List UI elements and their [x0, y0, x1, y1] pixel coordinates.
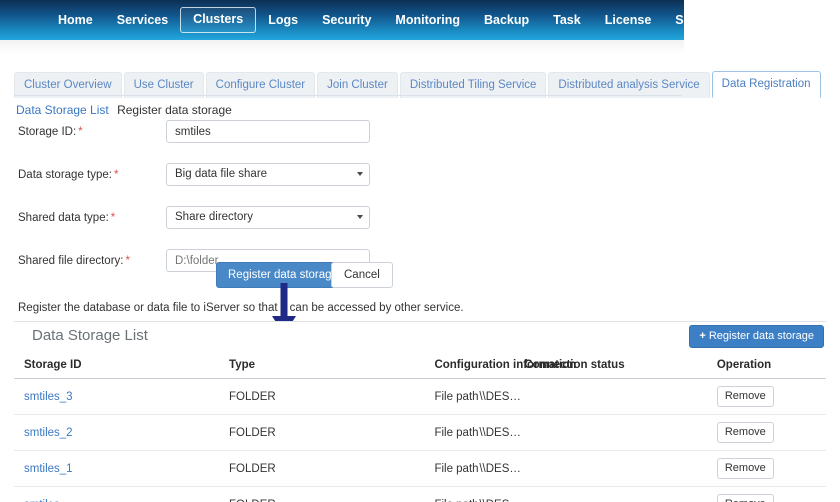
form-row-storage-id: Storage ID: *	[0, 120, 684, 151]
table-row: smtiles_3 FOLDERFile path\\DESKTOP-J7N08M…	[14, 378, 826, 415]
cell-operation: Remove	[716, 450, 826, 487]
cell-config-value: \\DESKTOP-J7N08MA\World	[479, 486, 525, 502]
nav-item-security[interactable]: Security	[310, 8, 383, 32]
nav-item-license[interactable]: License	[593, 8, 664, 32]
breadcrumb: Data Storage List Register data storage	[16, 102, 232, 118]
cell-connection-status	[524, 378, 717, 415]
input-storage-id[interactable]	[166, 120, 370, 143]
required-asterisk-data-storage-type: *	[113, 169, 119, 181]
cell-type: FOLDER	[229, 450, 435, 487]
add-button-label: Register data storage	[708, 330, 814, 342]
nav-item-logs[interactable]: Logs	[256, 8, 310, 32]
cell-connection-status	[524, 414, 717, 451]
column-header-connection-status: Connection status	[524, 353, 717, 379]
cell-connection-status	[524, 486, 717, 502]
table-row: smtiles_2 FOLDERFile path\\DESKTOP-J7N08M…	[14, 414, 826, 451]
remove-button[interactable]: Remove	[716, 386, 774, 407]
select-wrap-shared-data-type: Share directory	[166, 206, 370, 229]
select-shared-data-type[interactable]: Share directory	[166, 206, 370, 229]
cell-operation: Remove	[716, 414, 826, 451]
storage-id-link[interactable]: smtiles	[24, 499, 60, 502]
page-root: Home Services Clusters Logs Security Monitori…	[0, 0, 840, 502]
cell-type: FOLDER	[229, 414, 435, 451]
cell-config-key: File path	[434, 414, 480, 451]
cell-storage-id: smtiles_3	[14, 378, 230, 415]
cell-type: FOLDER	[229, 486, 435, 502]
required-asterisk-storage-id: *	[78, 126, 83, 138]
remove-button[interactable]: Remove	[716, 494, 774, 502]
cell-storage-id: smtiles	[14, 486, 230, 502]
breadcrumb-link-data-storage-list[interactable]: Data Storage List	[16, 103, 109, 117]
data-storage-table-head: Storage ID Type Configuration informatio…	[14, 353, 826, 379]
cell-type: FOLDER	[229, 378, 435, 415]
cell-config-key: File path	[434, 378, 480, 415]
top-navbar: Home Services Clusters Logs Security Monitori…	[0, 0, 725, 40]
data-storage-list-title: Data Storage List	[32, 327, 148, 344]
select-data-storage-type[interactable]: Big data file share	[166, 163, 370, 186]
cell-operation: Remove	[716, 486, 826, 502]
cell-connection-status	[524, 450, 717, 487]
remove-button[interactable]: Remove	[716, 458, 774, 479]
nav-item-backup[interactable]: Backup	[472, 8, 541, 32]
data-storage-table-body: smtiles_3FOLDERFile path\\DESKTOP-J7N08M…	[14, 378, 826, 502]
storage-id-link[interactable]: smtiles_3	[24, 391, 73, 403]
cell-config-value: \\DESKTOP-J7N08MA\Label_thematic_map_usa…	[479, 378, 525, 415]
cancel-button[interactable]: Cancel	[331, 262, 393, 288]
data-storage-list-header: Data Storage List + Register data storage	[14, 322, 826, 353]
table-row: smtiles_1 FOLDERFile path\\DESKTOP-J7N08M…	[14, 450, 826, 487]
label-data-storage-type: Data storage type: *	[18, 169, 118, 181]
storage-id-link[interactable]: smtiles_2	[24, 427, 73, 439]
select-wrap-data-storage-type: Big data file share	[166, 163, 370, 186]
storage-id-link[interactable]: smtiles_1	[24, 463, 73, 475]
label-shared-data-type: Shared data type: *	[18, 212, 115, 224]
nav-item-monitoring[interactable]: Monitoring	[383, 8, 472, 32]
column-header-configuration-information: Configuration information	[434, 353, 576, 379]
nav-item-home[interactable]: Home	[46, 8, 105, 32]
form-hint-text: Register the database or data file to iS…	[18, 302, 464, 314]
form-row-data-storage-type: Data storage type: * Big data file share	[0, 163, 684, 194]
cell-config-value: \\DESKTOP-J7N08MA\Label_thematic_map_usa…	[479, 414, 525, 451]
cluster-tabstrip: Cluster Overview Use Cluster Configure Clu…	[14, 71, 823, 98]
tab-data-registration[interactable]: Data Registration	[711, 71, 821, 98]
cell-config-key: File path	[434, 450, 480, 487]
label-text-storage-id: Storage ID:	[18, 126, 77, 138]
plus-icon: +	[699, 330, 706, 342]
register-data-storage-submit-button[interactable]: Register data storage	[216, 262, 350, 288]
required-asterisk-shared-data-type: *	[110, 212, 116, 224]
cell-operation: Remove	[716, 378, 826, 415]
add-register-data-storage-button[interactable]: + Register data storage	[689, 325, 824, 348]
nav-item-clusters[interactable]: Clusters	[180, 7, 257, 33]
form-row-shared-data-type: Shared data type: * Share directory	[0, 206, 684, 237]
label-text-shared-data-type: Shared data type:	[18, 212, 109, 224]
tabstrip-divider	[14, 95, 682, 96]
column-header-type: Type	[229, 353, 435, 379]
navbar-shadow	[0, 40, 684, 54]
label-text-data-storage-type: Data storage type:	[18, 169, 112, 181]
cell-storage-id: smtiles_2	[14, 414, 230, 451]
top-nav-items: Home Services Clusters Logs Security Monitori…	[46, 0, 737, 40]
breadcrumb-current: Register data storage	[117, 103, 232, 117]
nav-item-services[interactable]: Services	[105, 8, 180, 32]
column-header-operation: Operation	[716, 353, 826, 379]
nav-item-task[interactable]: Task	[541, 8, 593, 32]
data-storage-table: Storage ID Type Configuration informatio…	[14, 353, 826, 502]
cell-config-value: \\DESKTOP-J7N08MA\China	[479, 450, 525, 487]
label-text-shared-file-directory: Shared file directory:	[18, 255, 124, 267]
remove-button[interactable]: Remove	[716, 422, 774, 443]
nav-item-settings[interactable]: Settings	[663, 8, 736, 32]
label-storage-id: Storage ID: *	[18, 126, 83, 138]
data-storage-list-panel: Data Storage List + Register data storage…	[14, 321, 826, 502]
cell-storage-id: smtiles_1	[14, 450, 230, 487]
table-header-row: Storage ID Type Configuration informatio…	[14, 353, 826, 379]
column-header-storage-id: Storage ID	[14, 353, 230, 379]
label-shared-file-directory: Shared file directory: *	[18, 255, 130, 267]
cell-config-key: File path	[434, 486, 480, 502]
table-row: smtiles FOLDERFile path\\DESKTOP-J7N08MA\…	[14, 486, 826, 502]
required-asterisk-shared-file-directory: *	[125, 255, 130, 267]
